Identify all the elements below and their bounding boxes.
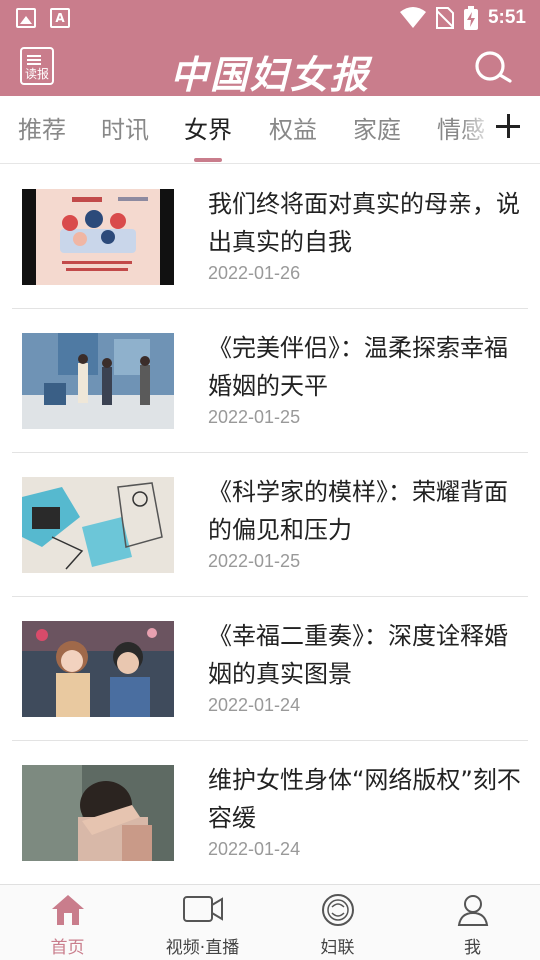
nav-label: 首页 (50, 938, 85, 958)
nav-video-live[interactable]: 视频·直播 (135, 885, 270, 960)
tabs-fade (460, 96, 496, 163)
channel-tabs: 推荐 时讯 女界 权益 家庭 情感 (0, 96, 540, 164)
tab-news[interactable]: 时讯 (101, 96, 149, 164)
nav-federation[interactable]: 妇联 (270, 885, 405, 960)
news-title: 《科学家的模样》：荣耀背面的偏见和压力 (208, 478, 508, 544)
tab-family[interactable]: 家庭 (353, 96, 401, 164)
tab-label: 推荐 (18, 116, 66, 144)
news-date: 2022-01-24 (208, 695, 301, 715)
news-title: 我们终将面对真实的母亲，说出真实的自我 (208, 190, 520, 256)
tab-label: 权益 (269, 116, 317, 144)
news-thumbnail (22, 621, 174, 717)
battery-charging-icon (463, 6, 478, 30)
nav-home[interactable]: 首页 (0, 885, 135, 960)
app-title-logo: 中国妇女报 (169, 52, 370, 97)
plus-icon[interactable] (496, 114, 522, 140)
tab-women[interactable]: 女界 (184, 96, 232, 164)
news-item[interactable]: 《幸福二重奏》：深度诠释婚姻的真实图景 2022-01-24 (12, 597, 528, 741)
tab-rights[interactable]: 权益 (269, 96, 317, 164)
womens-federation-icon (321, 894, 354, 926)
news-title: 《完美伴侣》：温柔探索幸福婚姻的天平 (208, 334, 508, 400)
news-item[interactable]: 维护女性身体“网络版权”刻不容缓 2022-01-24 (12, 741, 528, 885)
news-thumbnail (22, 477, 174, 573)
news-item[interactable]: 《完美伴侣》：温柔探索幸福婚姻的天平 2022-01-25 (12, 309, 528, 453)
active-tab-indicator (194, 158, 222, 162)
nav-label: 视频·直播 (165, 938, 240, 958)
no-sim-icon (435, 7, 454, 29)
search-icon[interactable] (472, 50, 512, 84)
nav-me[interactable]: 我 (405, 885, 540, 960)
video-icon (182, 896, 223, 922)
news-item[interactable]: 《科学家的模样》：荣耀背面的偏见和压力 2022-01-25 (12, 453, 528, 597)
news-title: 维护女性身体“网络版权”刻不容缓 (208, 766, 521, 832)
wifi-icon (399, 7, 426, 28)
bottom-nav: 首页 视频·直播 妇联 我 (0, 884, 540, 960)
user-icon (457, 895, 488, 926)
news-title: 《幸福二重奏》：深度诠释婚姻的真实图景 (208, 622, 508, 688)
tab-label: 家庭 (353, 116, 401, 144)
status-bar: A 5:51 (0, 0, 540, 36)
news-date: 2022-01-24 (208, 839, 301, 859)
tab-label: 女界 (184, 116, 232, 144)
news-item[interactable]: 我们终将面对真实的母亲，说出真实的自我 2022-01-26 (12, 165, 528, 309)
app-header: 读报 中国妇女报 (0, 36, 540, 97)
news-thumbnail (22, 333, 174, 429)
nav-label: 我 (464, 938, 481, 958)
image-icon (16, 8, 36, 28)
tab-label: 时讯 (101, 116, 149, 144)
nav-label: 妇联 (320, 938, 355, 958)
clock: 5:51 (487, 7, 526, 28)
font-icon: A (50, 8, 70, 28)
news-date: 2022-01-25 (208, 407, 301, 427)
home-icon (51, 895, 84, 925)
news-thumbnail (22, 189, 174, 285)
news-thumbnail (22, 765, 174, 861)
tab-recommend[interactable]: 推荐 (18, 96, 66, 164)
news-date: 2022-01-25 (208, 551, 301, 571)
news-date: 2022-01-26 (208, 263, 301, 283)
